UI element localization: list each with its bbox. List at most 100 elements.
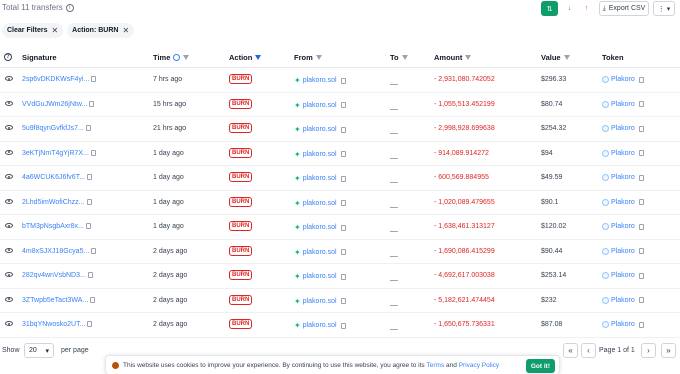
from-link[interactable]: ✦ plakoro.sol	[294, 174, 346, 183]
eye-icon[interactable]	[5, 198, 13, 204]
token-link[interactable]: Plakoro	[602, 198, 644, 206]
copy-icon[interactable]	[638, 321, 644, 328]
eye-icon[interactable]	[5, 321, 13, 326]
signature-link[interactable]: 5u9f8qynGvfkfJs7...	[22, 125, 91, 132]
signature-link[interactable]: 3eKTjNmT4gYjR7X...	[22, 149, 96, 157]
token-link[interactable]: Plakoro	[602, 223, 644, 230]
terms-link[interactable]: Terms	[427, 362, 445, 369]
signature-link[interactable]: 282qv4wnVsbND3...	[22, 272, 93, 279]
export-csv-button[interactable]: ⤓ Export CSV	[599, 1, 649, 16]
filter-active-icon[interactable]	[255, 55, 262, 60]
from-link[interactable]: ✦ plakoro.sol	[294, 223, 346, 232]
copy-icon[interactable]	[638, 272, 644, 279]
filter-chip-action[interactable]: Action: BURN ✕	[67, 23, 135, 38]
copy-icon[interactable]	[87, 321, 93, 327]
close-icon[interactable]: ✕	[51, 26, 58, 35]
filter-outgoing-button[interactable]: ↑	[578, 1, 595, 16]
from-link[interactable]: ✦ plakoro.sol	[294, 321, 346, 330]
token-link[interactable]: Plakoro	[602, 272, 644, 279]
more-options-button[interactable]: ⋮ ▾	[653, 1, 675, 16]
copy-icon[interactable]	[340, 249, 346, 255]
eye-icon[interactable]	[5, 149, 13, 155]
eye-icon[interactable]	[5, 174, 13, 179]
signature-link[interactable]: 4a6WCUK6J6fv6T...	[22, 174, 93, 181]
signature-link[interactable]: 4m8xSJXJ18Gcya5...	[22, 247, 97, 255]
from-link[interactable]: ✦ plakoro.sol	[294, 297, 346, 306]
copy-icon[interactable]	[638, 150, 644, 156]
sort-toggle-button[interactable]: ⇅	[541, 1, 558, 16]
token-link[interactable]: Plakoro	[602, 125, 644, 132]
filter-icon[interactable]	[401, 55, 408, 60]
from-link[interactable]: ✦ plakoro.sol	[294, 125, 346, 134]
help-icon[interactable]: ?	[4, 53, 12, 61]
clear-filters-button[interactable]: Clear Filters ✕	[2, 23, 64, 38]
token-link[interactable]: Plakoro	[602, 296, 644, 304]
signature-link[interactable]: 2sp6vDKDKWsF4yi...	[22, 76, 97, 83]
prev-page-button[interactable]: ‹	[581, 343, 596, 358]
token-link[interactable]: Plakoro	[602, 174, 644, 181]
last-page-button[interactable]: »	[661, 343, 676, 358]
copy-icon[interactable]	[638, 101, 644, 107]
copy-icon[interactable]	[638, 76, 644, 83]
copy-icon[interactable]	[90, 296, 96, 303]
signature-link[interactable]: 2Lhd5imWofiChzz...	[22, 198, 92, 206]
from-link[interactable]: ✦ plakoro.sol	[294, 199, 346, 208]
copy-icon[interactable]	[340, 175, 346, 182]
eye-icon[interactable]	[5, 247, 13, 253]
copy-icon[interactable]	[638, 297, 644, 303]
copy-icon[interactable]	[340, 102, 346, 108]
first-page-button[interactable]: «	[563, 343, 578, 358]
copy-icon[interactable]	[91, 76, 97, 82]
copy-icon[interactable]	[85, 223, 91, 229]
eye-icon[interactable]	[5, 100, 13, 106]
copy-icon[interactable]	[340, 200, 346, 206]
copy-icon[interactable]	[340, 322, 346, 329]
eye-icon[interactable]	[5, 223, 13, 228]
filter-icon[interactable]	[465, 55, 472, 60]
token-link[interactable]: Plakoro	[602, 247, 644, 255]
copy-icon[interactable]	[340, 77, 346, 84]
copy-icon[interactable]	[91, 247, 97, 254]
token-link[interactable]: Plakoro	[602, 321, 644, 328]
page-size-select[interactable]: 20 ▾	[24, 343, 54, 358]
copy-icon[interactable]	[90, 149, 96, 156]
copy-icon[interactable]	[87, 174, 93, 180]
copy-icon[interactable]	[340, 151, 346, 157]
copy-icon[interactable]	[340, 298, 346, 304]
next-page-button[interactable]: ›	[641, 343, 656, 358]
copy-icon[interactable]	[638, 223, 644, 230]
signature-link[interactable]: VVdGuJWm26jNtw...	[22, 100, 95, 108]
privacy-policy-link[interactable]: Privacy Policy	[459, 362, 499, 369]
eye-icon[interactable]	[5, 296, 13, 302]
signature-link[interactable]: bTM3pNsgbAxr8x...	[22, 223, 91, 230]
eye-icon[interactable]	[5, 272, 13, 277]
token-link[interactable]: Plakoro	[602, 100, 644, 108]
eye-icon[interactable]	[5, 76, 13, 81]
signature-link[interactable]: 31bqYNwosko2UT...	[22, 321, 93, 328]
signature-link[interactable]: 3ZTwpb5eTact3WA...	[22, 296, 96, 304]
filter-icon[interactable]	[183, 55, 190, 60]
filter-icon[interactable]	[563, 55, 570, 60]
token-link[interactable]: Plakoro	[602, 149, 644, 157]
copy-icon[interactable]	[86, 198, 92, 205]
copy-icon[interactable]	[89, 100, 95, 107]
copy-icon[interactable]	[638, 125, 644, 132]
token-link[interactable]: Plakoro	[602, 76, 644, 83]
info-icon[interactable]: i	[65, 3, 74, 12]
copy-icon[interactable]	[87, 272, 93, 278]
from-link[interactable]: ✦ plakoro.sol	[294, 76, 346, 85]
from-link[interactable]: ✦ plakoro.sol	[294, 101, 346, 110]
copy-icon[interactable]	[340, 224, 346, 231]
accept-cookies-button[interactable]: Got it!	[525, 359, 555, 373]
clock-icon[interactable]	[173, 54, 181, 61]
filter-incoming-button[interactable]: ↓	[561, 1, 578, 16]
copy-icon[interactable]	[638, 248, 644, 254]
copy-icon[interactable]	[638, 199, 644, 205]
from-link[interactable]: ✦ plakoro.sol	[294, 150, 346, 159]
copy-icon[interactable]	[638, 174, 644, 181]
close-icon[interactable]: ✕	[122, 26, 129, 35]
filter-icon[interactable]	[315, 55, 322, 60]
copy-icon[interactable]	[85, 125, 91, 131]
eye-icon[interactable]	[5, 125, 13, 130]
from-link[interactable]: ✦ plakoro.sol	[294, 248, 346, 257]
